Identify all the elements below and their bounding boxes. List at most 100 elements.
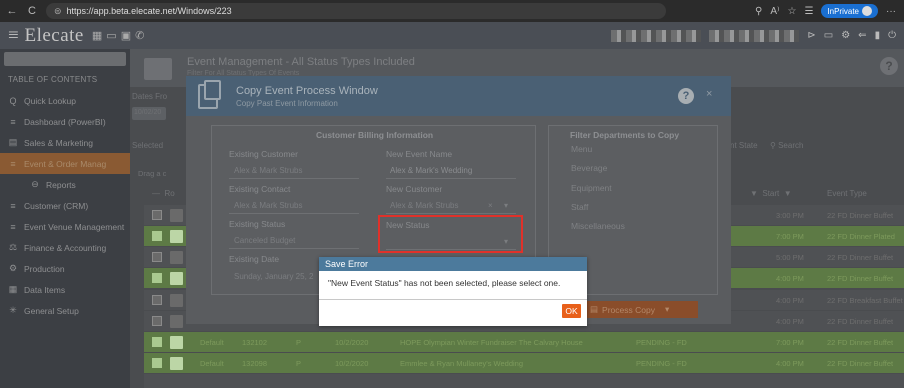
sidebar-item-venue[interactable]: ≡ Event Venue Management [0, 216, 130, 237]
row-col4: 10/2/2020 [335, 358, 369, 368]
date-from-input[interactable]: 10/02/20 [132, 107, 166, 120]
more-menu-icon[interactable]: ··· [886, 6, 896, 17]
favorites-bar-icon[interactable]: ☰ [804, 6, 813, 17]
row-checkbox[interactable] [152, 295, 162, 305]
start-column-header[interactable]: ▼ Start ▼ [750, 189, 792, 198]
header-share-icon[interactable]: ⇐ [858, 30, 866, 41]
sidebar-item-label: Sales & Marketing [24, 137, 93, 148]
row-start: 4:00 PM [776, 273, 804, 283]
existing-date-value: Sunday, January 25, 2 [234, 272, 314, 281]
existing-status-label: Existing Status [229, 219, 286, 229]
gear-icon: ⚙ [8, 263, 18, 273]
row-checkbox[interactable] [152, 252, 162, 262]
list-icon: ≡ [10, 200, 16, 211]
header-right: ⊳ ▭ ⚙ ⇐ ▮ ⏻ [611, 29, 904, 42]
page-title: Event Management - All Status Types Incl… [187, 56, 415, 68]
header-window-icon[interactable]: ▭ [824, 30, 833, 41]
edit-icon[interactable] [170, 356, 183, 370]
table-row[interactable]: Default 132098 P 10/2/2020 Emmlee & Ryan… [144, 353, 904, 373]
header-bookmark-icon[interactable]: ▮ [875, 30, 881, 41]
header-settings-icon[interactable]: ⚙ [841, 30, 850, 41]
row-checkbox[interactable] [152, 316, 162, 326]
dialog-help-icon[interactable]: ? [678, 88, 694, 104]
row-checkbox[interactable] [152, 273, 162, 283]
browser-icons: ⚲ A⁾ ☆ ☰ InPrivate ··· [755, 4, 904, 18]
dates-from-label: Dates Fro [132, 92, 168, 101]
edit-icon[interactable] [170, 271, 183, 285]
list-icon: ≡ [10, 221, 16, 232]
process-copy-button[interactable]: ▤ Process Copy ▾ [584, 301, 698, 318]
row-checkbox[interactable] [152, 210, 162, 220]
favorite-icon[interactable]: ☆ [787, 6, 796, 17]
refresh-icon[interactable]: C [24, 5, 40, 17]
dept-menu[interactable]: Menu [571, 144, 592, 154]
help-icon[interactable]: ? [880, 57, 898, 75]
row-event-type: 22 FD Dinner Buffet [827, 358, 894, 368]
edit-icon[interactable] [170, 250, 183, 264]
chart-icon: ▤ [8, 137, 18, 147]
chevron-down-icon: ▾ [664, 304, 670, 314]
clear-icon[interactable]: × [488, 201, 493, 210]
edit-icon[interactable] [170, 229, 183, 243]
app-logo[interactable]: ≡ Elecate [8, 25, 84, 47]
dept-miscellaneous[interactable]: Miscellaneous [571, 221, 625, 231]
calendar-icon[interactable]: ▦ [92, 29, 102, 42]
close-icon[interactable]: × [706, 88, 712, 100]
phone-icon[interactable]: ✆ [135, 29, 144, 42]
save-error-message: "New Event Status" has not been selected… [328, 278, 561, 288]
sidebar: TABLE OF CONTENTS Q Quick Lookup ≡ Dashboa… [0, 49, 130, 388]
sidebar-item-finance[interactable]: ⚖ Finance & Accounting [0, 237, 130, 258]
edit-icon[interactable] [170, 208, 183, 222]
event-type-column-header[interactable]: Event Type [827, 189, 867, 198]
sidebar-item-dashboard[interactable]: ≡ Dashboard (PowerBI) [0, 111, 130, 132]
row-col3: P [296, 337, 302, 347]
sidebar-item-quick-lookup[interactable]: Q Quick Lookup [0, 90, 130, 111]
row-start: 3:00 PM [776, 210, 804, 220]
row-event-type: 22 FD Dinner Buffet [827, 210, 894, 220]
new-customer-select[interactable]: Alex & Mark Strubs [390, 201, 458, 210]
date-from-value: 10/02/20 [134, 109, 162, 116]
row-event-type: 22 FD Dinner Buffet [827, 316, 894, 326]
row-checkbox[interactable] [152, 231, 162, 241]
sidebar-item-event-order[interactable]: ≡ Event & Order Manag [0, 153, 130, 174]
ok-button[interactable]: OK [562, 304, 581, 318]
sidebar-item-production[interactable]: ⚙ Production [0, 258, 130, 279]
dept-equipment[interactable]: Equipment [571, 183, 612, 193]
row-checkbox[interactable] [152, 337, 162, 347]
inprivate-badge[interactable]: InPrivate [821, 4, 878, 18]
sidebar-item-sales[interactable]: ▤ Sales & Marketing [0, 132, 130, 153]
table-row[interactable]: Default 132102 P 10/2/2020 HOPE Olympian… [144, 332, 904, 352]
back-icon[interactable]: ← [4, 5, 20, 17]
address-bar[interactable]: ⊜ https://app.beta.elecate.net/Windows/2… [46, 3, 666, 19]
save-error-title: Save Error [319, 257, 587, 271]
header-link-icon[interactable]: ⊳ [807, 30, 815, 41]
new-event-name-input[interactable]: Alex & Mark's Wedding [390, 166, 472, 175]
row-checkbox[interactable] [152, 358, 162, 368]
edit-icon[interactable] [170, 293, 183, 307]
read-aloud-icon[interactable]: A⁾ [770, 6, 779, 17]
page-icon [144, 58, 172, 80]
chat-icon[interactable]: ▭ [106, 29, 116, 42]
edit-icon[interactable] [170, 314, 183, 328]
dept-beverage[interactable]: Beverage [571, 163, 607, 173]
chevron-down-icon[interactable]: ▾ [504, 201, 508, 210]
divider [386, 178, 516, 179]
edit-icon[interactable] [170, 335, 183, 349]
sidebar-item-reports[interactable]: ⊖ Reports [0, 174, 130, 195]
dept-staff[interactable]: Staff [571, 202, 588, 212]
table-row[interactable] [144, 374, 904, 388]
grid-icon[interactable]: ▣ [121, 29, 131, 42]
sidebar-item-general-setup[interactable]: ✳ General Setup [0, 300, 130, 321]
new-event-name-label: New Event Name [386, 149, 453, 159]
selected-label: Selected [132, 141, 164, 150]
sidebar-item-data-items[interactable]: ▦ Data Items [0, 279, 130, 300]
search-label[interactable]: ⚲ Search [770, 141, 803, 150]
sidebar-item-label: Data Items [24, 284, 66, 295]
list-icon: ≡ [10, 116, 16, 127]
divider [229, 248, 359, 249]
print-icon: ⊖ [31, 179, 39, 189]
header-power-icon[interactable]: ⏻ [888, 30, 896, 41]
reader-icon[interactable]: ⚲ [755, 6, 762, 17]
sidebar-search[interactable] [4, 52, 126, 66]
sidebar-item-crm[interactable]: ≡ Customer (CRM) [0, 195, 130, 216]
